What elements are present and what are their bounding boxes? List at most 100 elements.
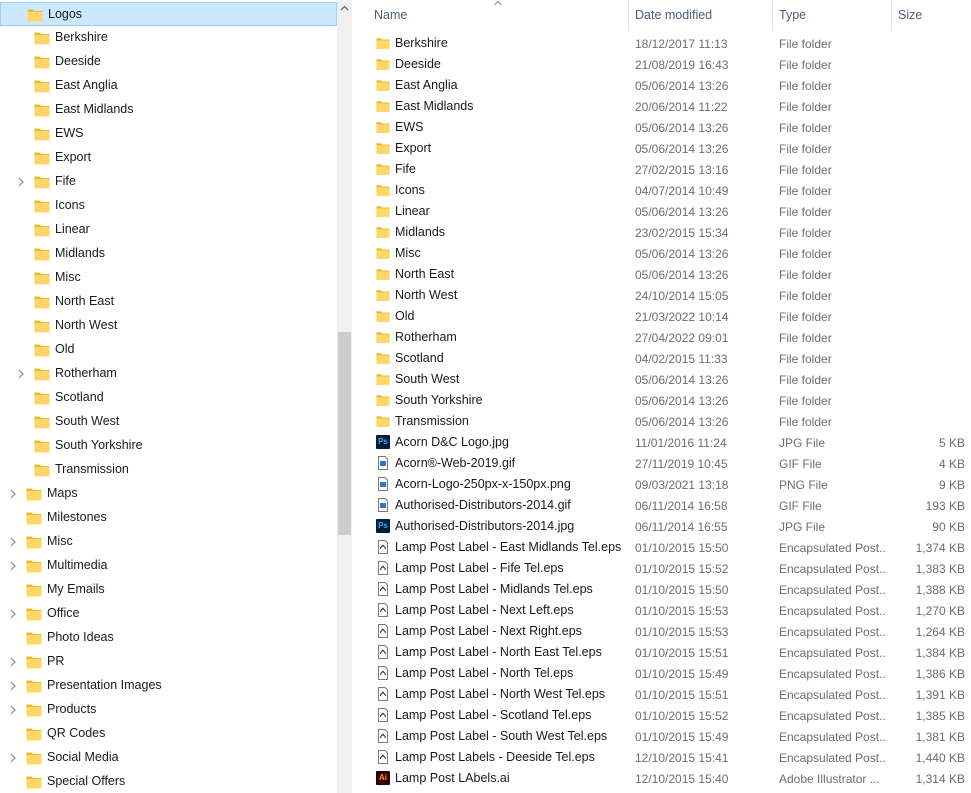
file-row[interactable]: Lamp Post Label - North East Tel.eps 01/1… <box>352 642 971 663</box>
tree-item-berkshire[interactable]: Berkshire <box>0 26 335 50</box>
folder-row[interactable]: South Yorkshire 05/06/2014 13:26 File fold… <box>352 390 971 411</box>
folder-row[interactable]: South West 05/06/2014 13:26 File folder <box>352 369 971 390</box>
chevron-right-icon[interactable] <box>8 609 18 619</box>
tree-item-label: East Midlands <box>55 102 134 116</box>
tree-item-east-midlands[interactable]: East Midlands <box>0 98 335 122</box>
file-list[interactable]: Name Date modified Type Size Berkshire 18… <box>352 0 971 793</box>
tree-item-presentation-images[interactable]: Presentation Images <box>0 674 335 698</box>
file-row[interactable]: Lamp Post Label - Scotland Tel.eps 01/10/… <box>352 705 971 726</box>
tree-item-multimedia[interactable]: Multimedia <box>0 554 335 578</box>
file-row[interactable]: Lamp Post Label - Fife Tel.eps 01/10/2015… <box>352 558 971 579</box>
tree-item-south-yorkshire[interactable]: South Yorkshire <box>0 434 335 458</box>
folder-row[interactable]: Scotland 04/02/2015 11:33 File folder <box>352 348 971 369</box>
navigation-scrollbar[interactable] <box>337 0 352 793</box>
chevron-right-icon[interactable] <box>8 705 18 715</box>
tree-item-logos[interactable]: Logos <box>0 2 337 26</box>
tree-item-label: Special Offers <box>47 774 126 788</box>
folder-icon <box>34 464 50 477</box>
file-row[interactable]: Lamp Post Label - Next Right.eps 01/10/20… <box>352 621 971 642</box>
file-row[interactable]: Lamp Post Label - East Midlands Tel.eps 0… <box>352 537 971 558</box>
tree-item-old[interactable]: Old <box>0 338 335 362</box>
folder-row[interactable]: Midlands 23/02/2015 15:34 File folder <box>352 222 971 243</box>
file-row[interactable]: Acorn-Logo-250px-x-150px.png 09/03/2021 1… <box>352 474 971 495</box>
file-row[interactable]: Authorised-Distributors-2014.gif 06/11/20… <box>352 495 971 516</box>
file-type: File folder <box>779 310 832 324</box>
file-row[interactable]: Lamp Post Label - North West Tel.eps 01/1… <box>352 684 971 705</box>
file-row[interactable]: Acorn®-Web-2019.gif 27/11/2019 10:45 GIF F… <box>352 453 971 474</box>
folder-row[interactable]: Fife 27/02/2015 13:16 File folder <box>352 159 971 180</box>
tree-item-misc[interactable]: Misc <box>0 530 335 554</box>
folder-row[interactable]: Linear 05/06/2014 13:26 File folder <box>352 201 971 222</box>
tree-item-fife[interactable]: Fife <box>0 170 335 194</box>
file-row[interactable]: Lamp Post Label - North Tel.eps 01/10/201… <box>352 663 971 684</box>
tree-item-social-media[interactable]: Social Media <box>0 746 335 770</box>
tree-item-products[interactable]: Products <box>0 698 335 722</box>
folder-row[interactable]: Old 21/03/2022 10:14 File folder <box>352 306 971 327</box>
tree-item-north-west[interactable]: North West <box>0 314 335 338</box>
folder-row[interactable]: Deeside 21/08/2019 16:43 File folder <box>352 54 971 75</box>
folder-row[interactable]: East Anglia 05/06/2014 13:26 File folder <box>352 75 971 96</box>
tree-item-east-anglia[interactable]: East Anglia <box>0 74 335 98</box>
folder-row[interactable]: North East 05/06/2014 13:26 File folder <box>352 264 971 285</box>
folder-icon <box>376 143 390 154</box>
folder-row[interactable]: EWS 05/06/2014 13:26 File folder <box>352 117 971 138</box>
tree-item-linear[interactable]: Linear <box>0 218 335 242</box>
chevron-right-icon[interactable] <box>16 369 26 379</box>
tree-item-my-emails[interactable]: My Emails <box>0 578 335 602</box>
tree-item-label: Photo Ideas <box>47 630 114 644</box>
chevron-right-icon[interactable] <box>8 561 18 571</box>
tree-item-special-offers[interactable]: Special Offers <box>0 770 335 793</box>
folder-row[interactable]: Misc 05/06/2014 13:26 File folder <box>352 243 971 264</box>
scrollbar-thumb[interactable] <box>338 332 351 535</box>
file-name: Acorn D&C Logo.jpg <box>395 435 509 449</box>
tree-item-label: EWS <box>55 126 84 140</box>
chevron-right-icon[interactable] <box>8 681 18 691</box>
tree-item-office[interactable]: Office <box>0 602 335 626</box>
tree-item-qr-codes[interactable]: QR Codes <box>0 722 335 746</box>
tree-item-maps[interactable]: Maps <box>0 482 335 506</box>
folder-row[interactable]: Icons 04/07/2014 10:49 File folder <box>352 180 971 201</box>
tree-item-icons[interactable]: Icons <box>0 194 335 218</box>
column-header-date-modified[interactable]: Date modified <box>629 0 772 30</box>
file-row[interactable]: Ai Lamp Post LAbels.ai 12/10/2015 15:40 Ado… <box>352 768 971 789</box>
folder-row[interactable]: Export 05/06/2014 13:26 File folder <box>352 138 971 159</box>
scroll-up-arrow-icon[interactable] <box>340 4 349 13</box>
folder-row[interactable]: East Midlands 20/06/2014 11:22 File folder <box>352 96 971 117</box>
tree-item-north-east[interactable]: North East <box>0 290 335 314</box>
tree-item-transmission[interactable]: Transmission <box>0 458 335 482</box>
file-name: Lamp Post Label - Next Right.eps <box>395 624 582 638</box>
tree-item-ews[interactable]: EWS <box>0 122 335 146</box>
file-row[interactable]: Lamp Post Labels - Deeside Tel.eps 12/10/… <box>352 747 971 768</box>
chevron-right-icon[interactable] <box>8 657 18 667</box>
tree-item-scotland[interactable]: Scotland <box>0 386 335 410</box>
image-file-icon <box>378 477 388 491</box>
file-row[interactable]: Lamp Post Label - Next Left.eps 01/10/201… <box>352 600 971 621</box>
tree-item-export[interactable]: Export <box>0 146 335 170</box>
tree-item-milestones[interactable]: Milestones <box>0 506 335 530</box>
file-row[interactable]: Ps Authorised-Distributors-2014.jpg 06/11/… <box>352 516 971 537</box>
chevron-right-icon[interactable] <box>8 753 18 763</box>
folder-row[interactable]: Rotherham 27/04/2022 09:01 File folder <box>352 327 971 348</box>
column-header-size[interactable]: Size <box>892 0 971 30</box>
chevron-right-icon[interactable] <box>8 537 18 547</box>
folder-row[interactable]: Berkshire 18/12/2017 11:13 File folder <box>352 33 971 54</box>
chevron-right-icon[interactable] <box>16 177 26 187</box>
tree-item-label: Products <box>47 702 97 716</box>
file-size: 1,384 KB <box>915 646 965 660</box>
column-header-name[interactable]: Name <box>368 0 628 30</box>
tree-item-photo-ideas[interactable]: Photo Ideas <box>0 626 335 650</box>
folder-row[interactable]: Transmission 05/06/2014 13:26 File folder <box>352 411 971 432</box>
tree-item-midlands[interactable]: Midlands <box>0 242 335 266</box>
file-row[interactable]: Ps Acorn D&C Logo.jpg 11/01/2016 11:24 JPG … <box>352 432 971 453</box>
chevron-right-icon[interactable] <box>8 489 18 499</box>
tree-item-misc[interactable]: Misc <box>0 266 335 290</box>
tree-item-pr[interactable]: PR <box>0 650 335 674</box>
file-row[interactable]: Lamp Post Label - South West Tel.eps 01/1… <box>352 726 971 747</box>
tree-item-rotherham[interactable]: Rotherham <box>0 362 335 386</box>
file-row[interactable]: Lamp Post Label - Midlands Tel.eps 01/10/… <box>352 579 971 600</box>
navigation-pane[interactable]: Logos Berkshire Deeside East Anglia East Mid… <box>0 0 337 793</box>
column-header-type[interactable]: Type <box>773 0 891 30</box>
tree-item-deeside[interactable]: Deeside <box>0 50 335 74</box>
tree-item-south-west[interactable]: South West <box>0 410 335 434</box>
folder-row[interactable]: North West 24/10/2014 15:05 File folder <box>352 285 971 306</box>
